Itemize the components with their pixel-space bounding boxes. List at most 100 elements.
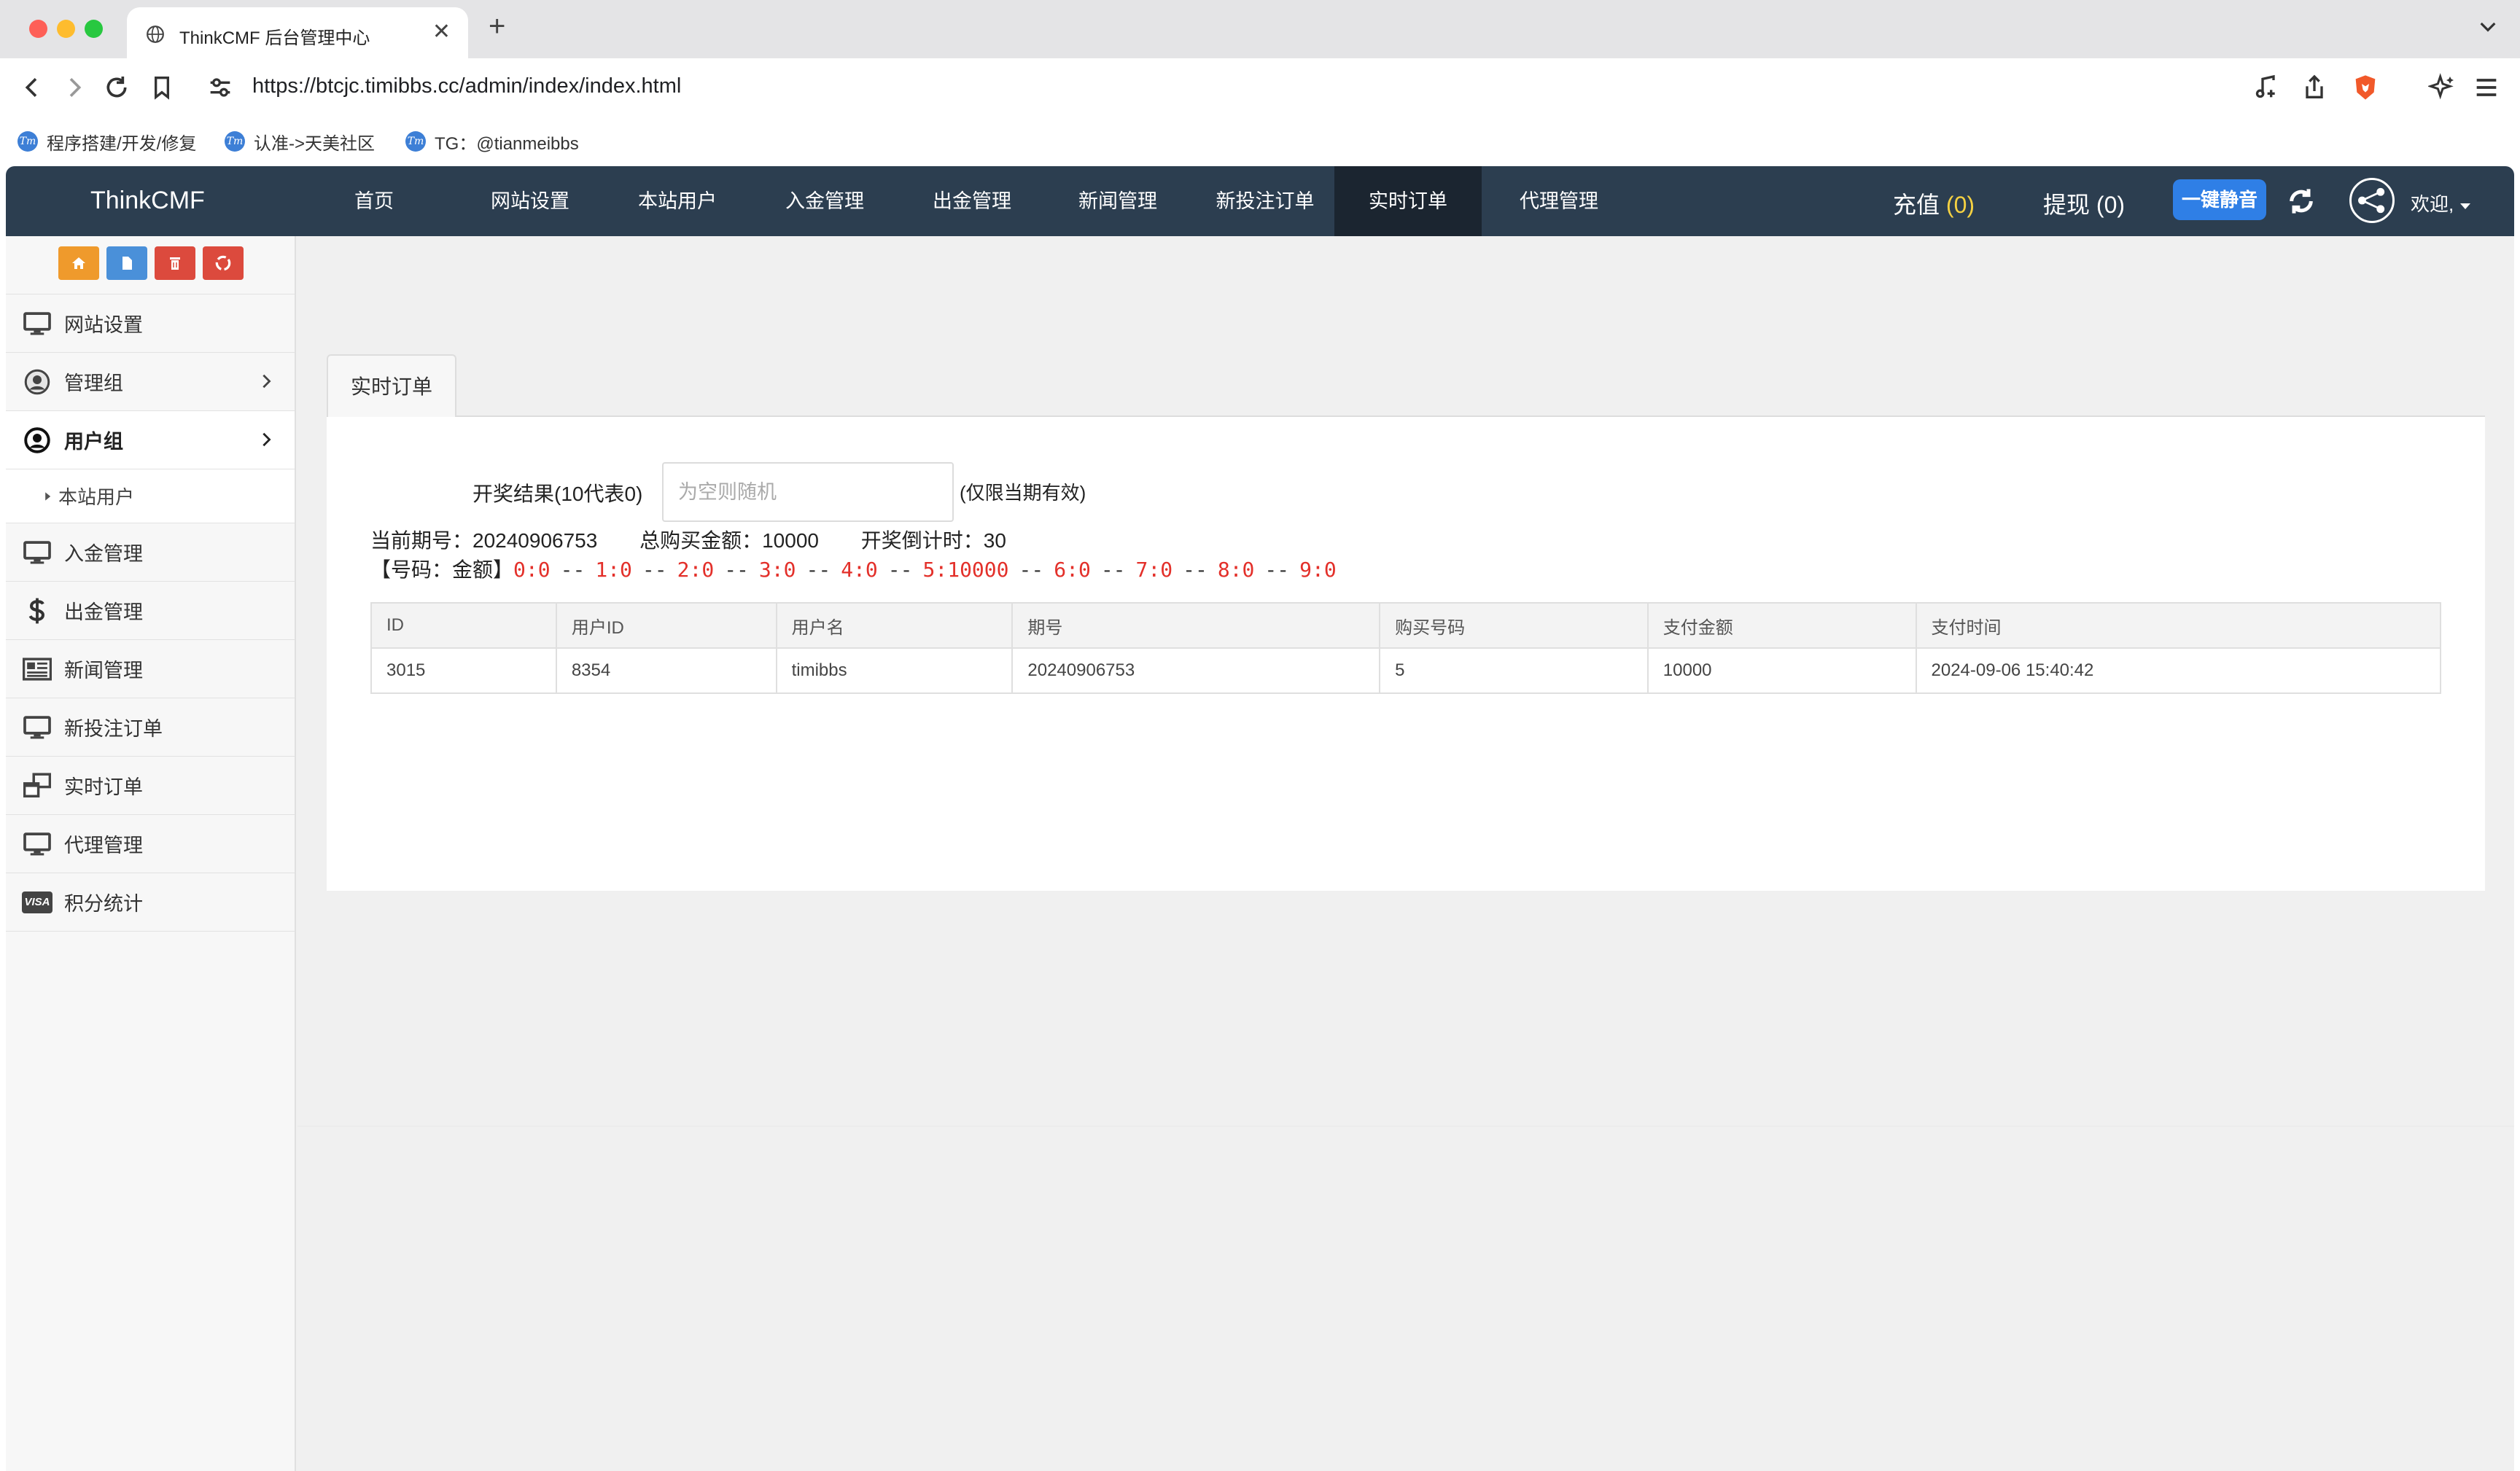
chevron-down-icon[interactable] [2476,15,2500,38]
table-cell: timibbs [775,647,1014,694]
column-header[interactable]: 用户名 [775,602,1014,649]
column-header[interactable]: 支付金额 [1646,602,1917,649]
bookmarks-bar: Tm 程序搭建/开发/修复 Tm 认准->天美社区 Tm TG：@tianmei… [0,117,2520,166]
nav-item-site-users[interactable]: 本站用户 [620,166,735,236]
countdown-value: 30 [983,529,1006,552]
bookmark-icon[interactable] [147,73,176,102]
forward-icon[interactable] [60,73,89,102]
content-footer-area [298,1125,2514,1471]
nav-item-home[interactable]: 首页 [327,166,421,236]
shortcut-bar [6,236,295,294]
site-settings-icon[interactable] [206,73,235,102]
user-menu[interactable]: 欢迎, [2411,190,2472,216]
table-row[interactable]: 3015 8354 timibbs 20240906753 5 10000 20… [370,647,2442,694]
reload-icon[interactable] [102,73,131,102]
nav-item-site-settings[interactable]: 网站设置 [472,166,588,236]
menu-icon[interactable] [2472,73,2501,102]
odds-pair: 4:0 [841,558,878,582]
dollar-icon [22,596,52,626]
nav-item-new-bet-orders[interactable]: 新投注订单 [1196,166,1334,236]
total-field: 总购买金额：10000 [639,529,819,552]
recycle-shortcut-button[interactable] [203,246,244,280]
refresh-icon[interactable] [2287,187,2316,216]
sidebar-item-user-group[interactable]: 用户组 [6,411,295,469]
avatar[interactable] [2349,178,2395,223]
mute-all-button[interactable]: 一键静音 [2173,179,2266,220]
result-input[interactable] [662,462,954,522]
table-cell: 5 [1379,647,1649,694]
sidebar-item-withdraw[interactable]: 出金管理 [6,582,295,640]
content-tab-strip: 实时订单 [327,354,2485,417]
recycle-icon [215,255,231,271]
url-text[interactable]: https://btcjc.timibbs.cc/admin/index/ind… [252,74,681,98]
tab-close-icon[interactable]: ✕ [432,19,451,44]
window-zoom-button[interactable] [85,20,103,38]
window-minimize-button[interactable] [57,20,75,38]
sidebar-item-label: 用户组 [64,431,123,453]
column-header[interactable]: 期号 [1011,602,1381,649]
sidebar-item-realtime-orders[interactable]: 实时订单 [6,757,295,815]
monitor-icon [22,712,52,743]
result-hint: (仅限当期有效) [960,482,1086,504]
odds-prefix: 【号码：金额】 [370,558,514,582]
odds-pair: 1:0 [595,558,632,582]
new-tab-button[interactable]: + [489,10,505,43]
nav-item-withdraw[interactable]: 出金管理 [914,166,1030,236]
home-shortcut-button[interactable] [58,246,99,280]
sidebar-subitem-site-users[interactable]: 本站用户 [6,469,295,523]
total-value: 10000 [762,529,819,552]
window-close-button[interactable] [29,20,47,38]
sidebar-item-points-stats[interactable]: VISA 积分统计 [6,873,295,932]
sidebar-item-admin-group[interactable]: 管理组 [6,353,295,411]
bookmark-label: 程序搭建/开发/修复 [47,133,197,154]
nav-item-deposit[interactable]: 入金管理 [767,166,882,236]
brave-shield-icon[interactable] [2351,73,2380,102]
odds-pair: 7:0 [1135,558,1173,582]
sidebar-item-agents[interactable]: 代理管理 [6,815,295,873]
bookmark-item[interactable]: Tm 认准->天美社区 [225,128,375,155]
column-header[interactable]: 用户ID [555,602,777,649]
sidebar-item-new-bet-orders[interactable]: 新投注订单 [6,698,295,757]
sidebar-item-deposit[interactable]: 入金管理 [6,523,295,582]
nav-item-agents[interactable]: 代理管理 [1493,166,1625,236]
back-icon[interactable] [18,73,47,102]
media-icon[interactable] [2252,73,2281,102]
share-icon[interactable] [2300,73,2329,102]
recharge-counter[interactable]: 充值 (0) [1893,187,1975,220]
nav-item-news[interactable]: 新闻管理 [1060,166,1175,236]
table-cell: 20240906753 [1011,647,1381,694]
bookmark-item[interactable]: Tm 程序搭建/开发/修复 [18,128,196,155]
newspaper-icon [22,654,52,684]
admin-app: ThinkCMF 首页 网站设置 本站用户 入金管理 出金管理 新闻管理 新投注… [6,166,2514,1471]
bookmark-label: 认准->天美社区 [254,133,376,154]
windows-icon [22,770,52,801]
sidebar-item-label: 新闻管理 [64,660,143,682]
odds-separator: -- [560,558,586,582]
caret-down-icon [2460,203,2471,209]
site-logo-icon: Tm [405,131,426,152]
monitor-icon [22,537,52,568]
countdown-field: 开奖倒计时：30 [861,529,1006,552]
ai-sparkle-icon[interactable] [2428,73,2457,102]
site-logo-icon: Tm [18,131,38,152]
sidebar-item-label: 网站设置 [64,314,143,336]
globe-icon [147,26,164,43]
site-logo-icon: Tm [225,131,245,152]
bookmark-item[interactable]: Tm TG：@tianmeibbs [405,128,579,155]
file-shortcut-button[interactable] [106,246,147,280]
sidebar-item-site-settings[interactable]: 网站设置 [6,294,295,353]
browser-tab[interactable]: ThinkCMF 后台管理中心 ✕ [127,7,468,58]
sidebar-item-news[interactable]: 新闻管理 [6,640,295,698]
nav-item-realtime-orders[interactable]: 实时订单 [1334,166,1482,236]
tab-realtime-orders[interactable]: 实时订单 [327,354,456,417]
caret-right-icon [45,491,51,501]
odds-separator: -- [887,558,913,582]
column-header[interactable]: 支付时间 [1915,602,2442,649]
trash-shortcut-button[interactable] [155,246,195,280]
withdraw-counter[interactable]: 提现 (0) [2043,187,2125,220]
column-header[interactable]: 购买号码 [1379,602,1649,649]
column-header[interactable]: ID [370,602,557,649]
chevron-right-icon [262,432,271,447]
brand-logo[interactable]: ThinkCMF [90,187,205,215]
table-cell: 8354 [555,647,777,694]
